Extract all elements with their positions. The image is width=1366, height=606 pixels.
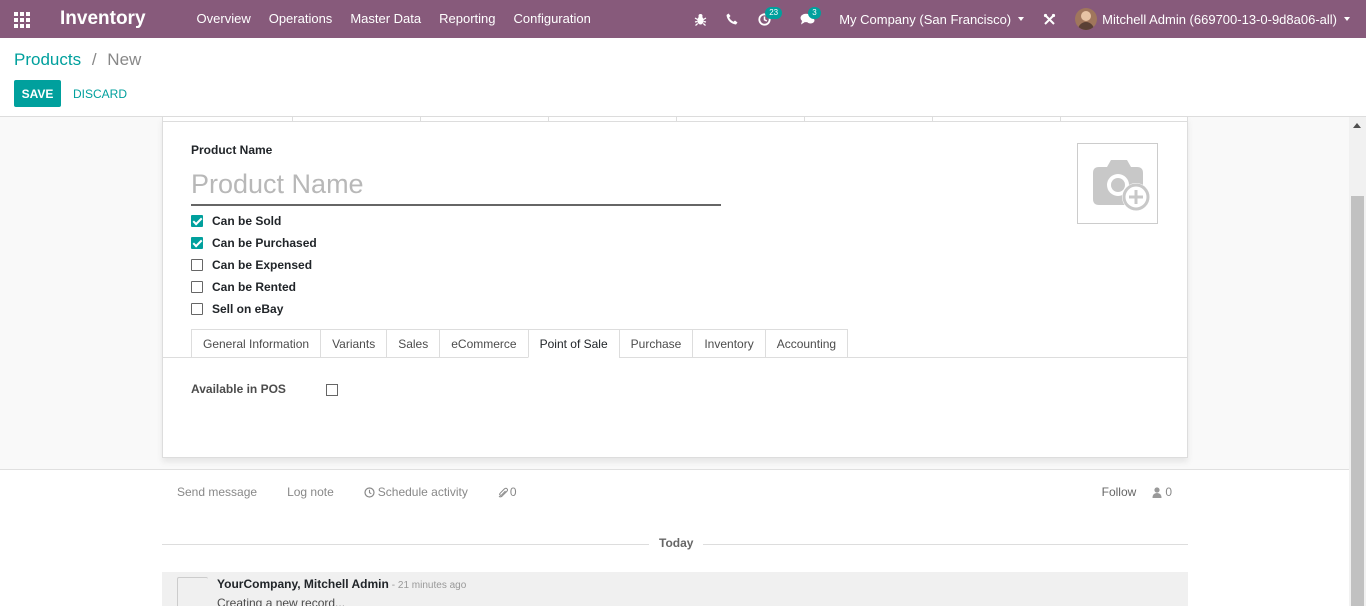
camera-plus-icon (1092, 159, 1150, 211)
message-body: Creating a new record... (217, 596, 346, 606)
chatter-message: YourCompany, Mitchell Admin - 21 minutes … (162, 572, 1188, 606)
discard-button[interactable]: DISCARD (73, 80, 127, 107)
checkbox-can-be-expensed[interactable]: Can be Expensed (191, 254, 317, 276)
user-name: Mitchell Admin (669700-13-0-9d8a06-all) (1102, 11, 1337, 27)
user-menu[interactable]: Mitchell Admin (669700-13-0-9d8a06-all) (1065, 8, 1350, 30)
followers-button[interactable]: 0 (1152, 485, 1172, 499)
product-name-input[interactable] (191, 164, 721, 206)
checkbox[interactable] (191, 281, 203, 293)
phone-icon[interactable] (719, 0, 745, 38)
message-author-name: YourCompany, Mitchell Admin (217, 577, 389, 591)
chevron-down-icon (1018, 17, 1025, 21)
attachments-button[interactable]: 0 (498, 485, 517, 499)
tab-general-information[interactable]: General Information (191, 329, 321, 358)
message-author: YourCompany, Mitchell Admin - 21 minutes … (217, 577, 466, 591)
available-in-pos-checkbox[interactable] (326, 384, 338, 396)
paperclip-icon (498, 487, 508, 497)
send-message-button[interactable]: Send message (177, 485, 257, 499)
schedule-activity-button[interactable]: Schedule activity (364, 485, 468, 499)
chevron-down-icon (1344, 17, 1350, 21)
followers-count: 0 (1165, 485, 1172, 499)
checkbox-label: Can be Expensed (212, 258, 313, 272)
tab-ecommerce[interactable]: eCommerce (439, 329, 528, 358)
bug-icon[interactable] (687, 0, 713, 38)
chatter-follow-area: Follow 0 (1102, 478, 1188, 506)
scrollbar[interactable] (1349, 117, 1366, 606)
menu-item-operations[interactable]: Operations (260, 0, 342, 38)
checkbox-label: Can be Rented (212, 280, 297, 294)
attachments-count: 0 (509, 485, 517, 499)
clock-icon (364, 486, 375, 498)
checkbox-can-be-sold[interactable]: Can be Sold (191, 210, 317, 232)
tab-variants[interactable]: Variants (320, 329, 387, 358)
checkbox[interactable] (191, 259, 203, 271)
checkbox[interactable] (191, 237, 203, 249)
schedule-activity-label: Schedule activity (377, 485, 468, 499)
control-panel: Products / New SAVE DISCARD (0, 38, 1366, 117)
form-tabs: General Information Variants Sales eComm… (191, 329, 849, 358)
tab-purchase[interactable]: Purchase (618, 329, 693, 358)
breadcrumb-products-link[interactable]: Products (14, 50, 81, 69)
activity-clock-icon[interactable]: 23 (751, 0, 783, 38)
follow-button[interactable]: Follow (1102, 485, 1137, 499)
message-date: - 21 minutes ago (391, 580, 467, 591)
activity-badge: 23 (765, 7, 783, 19)
top-navbar: Inventory Overview Operations Master Dat… (0, 0, 1366, 38)
checkbox-can-be-rented[interactable]: Can be Rented (191, 276, 317, 298)
chat-icon[interactable]: 3 (794, 0, 821, 38)
checkbox[interactable] (191, 303, 203, 315)
company-name: My Company (San Francisco) (839, 11, 1012, 27)
checkbox-label: Can be Sold (212, 214, 282, 228)
breadcrumb: Products / New (14, 50, 141, 70)
scrollbar-thumb[interactable] (1351, 196, 1364, 606)
apps-grid-icon[interactable] (14, 12, 32, 28)
checkbox-can-be-purchased[interactable]: Can be Purchased (191, 232, 317, 254)
tab-inventory[interactable]: Inventory (692, 329, 765, 358)
tab-sales[interactable]: Sales (386, 329, 440, 358)
smart-button-bar (163, 117, 1187, 122)
avatar (177, 577, 208, 606)
scroll-up-arrow-icon[interactable] (1353, 123, 1361, 128)
breadcrumb-current: New (107, 50, 142, 69)
main-menu: Overview Operations Master Data Reportin… (188, 0, 600, 38)
product-name-label: Product Name (191, 143, 273, 157)
menu-item-master-data[interactable]: Master Data (341, 0, 430, 38)
company-switcher[interactable]: My Company (San Francisco) (839, 11, 1025, 27)
menu-item-configuration[interactable]: Configuration (505, 0, 600, 38)
message-badge: 3 (808, 7, 821, 19)
menu-item-overview[interactable]: Overview (188, 0, 260, 38)
product-flags: Can be Sold Can be Purchased Can be Expe… (191, 210, 317, 320)
checkbox-label: Sell on eBay (212, 302, 284, 316)
avatar (1075, 8, 1098, 30)
tab-point-of-sale[interactable]: Point of Sale (527, 329, 619, 358)
tools-icon[interactable] (1036, 0, 1062, 38)
log-note-button[interactable]: Log note (287, 485, 334, 499)
chatter-topbar: Send message Log note Schedule activity … (162, 478, 1188, 506)
app-title[interactable]: Inventory (60, 8, 146, 30)
available-in-pos-label: Available in POS (191, 382, 286, 396)
product-image-upload[interactable] (1077, 143, 1158, 224)
user-icon (1152, 486, 1162, 498)
tab-accounting[interactable]: Accounting (764, 329, 849, 358)
menu-item-reporting[interactable]: Reporting (430, 0, 504, 38)
navbar-systray: 23 3 My Company (San Francisco) Mitchell… (684, 0, 1366, 38)
save-button[interactable]: SAVE (14, 80, 61, 107)
checkbox[interactable] (191, 215, 203, 227)
breadcrumb-separator: / (91, 50, 97, 69)
checkbox-label: Can be Purchased (212, 236, 317, 250)
checkbox-sell-on-ebay[interactable]: Sell on eBay (191, 298, 317, 320)
form-sheet: Product Name Can be Sold Can be Purchase… (162, 117, 1188, 458)
date-divider-label: Today (649, 536, 704, 550)
